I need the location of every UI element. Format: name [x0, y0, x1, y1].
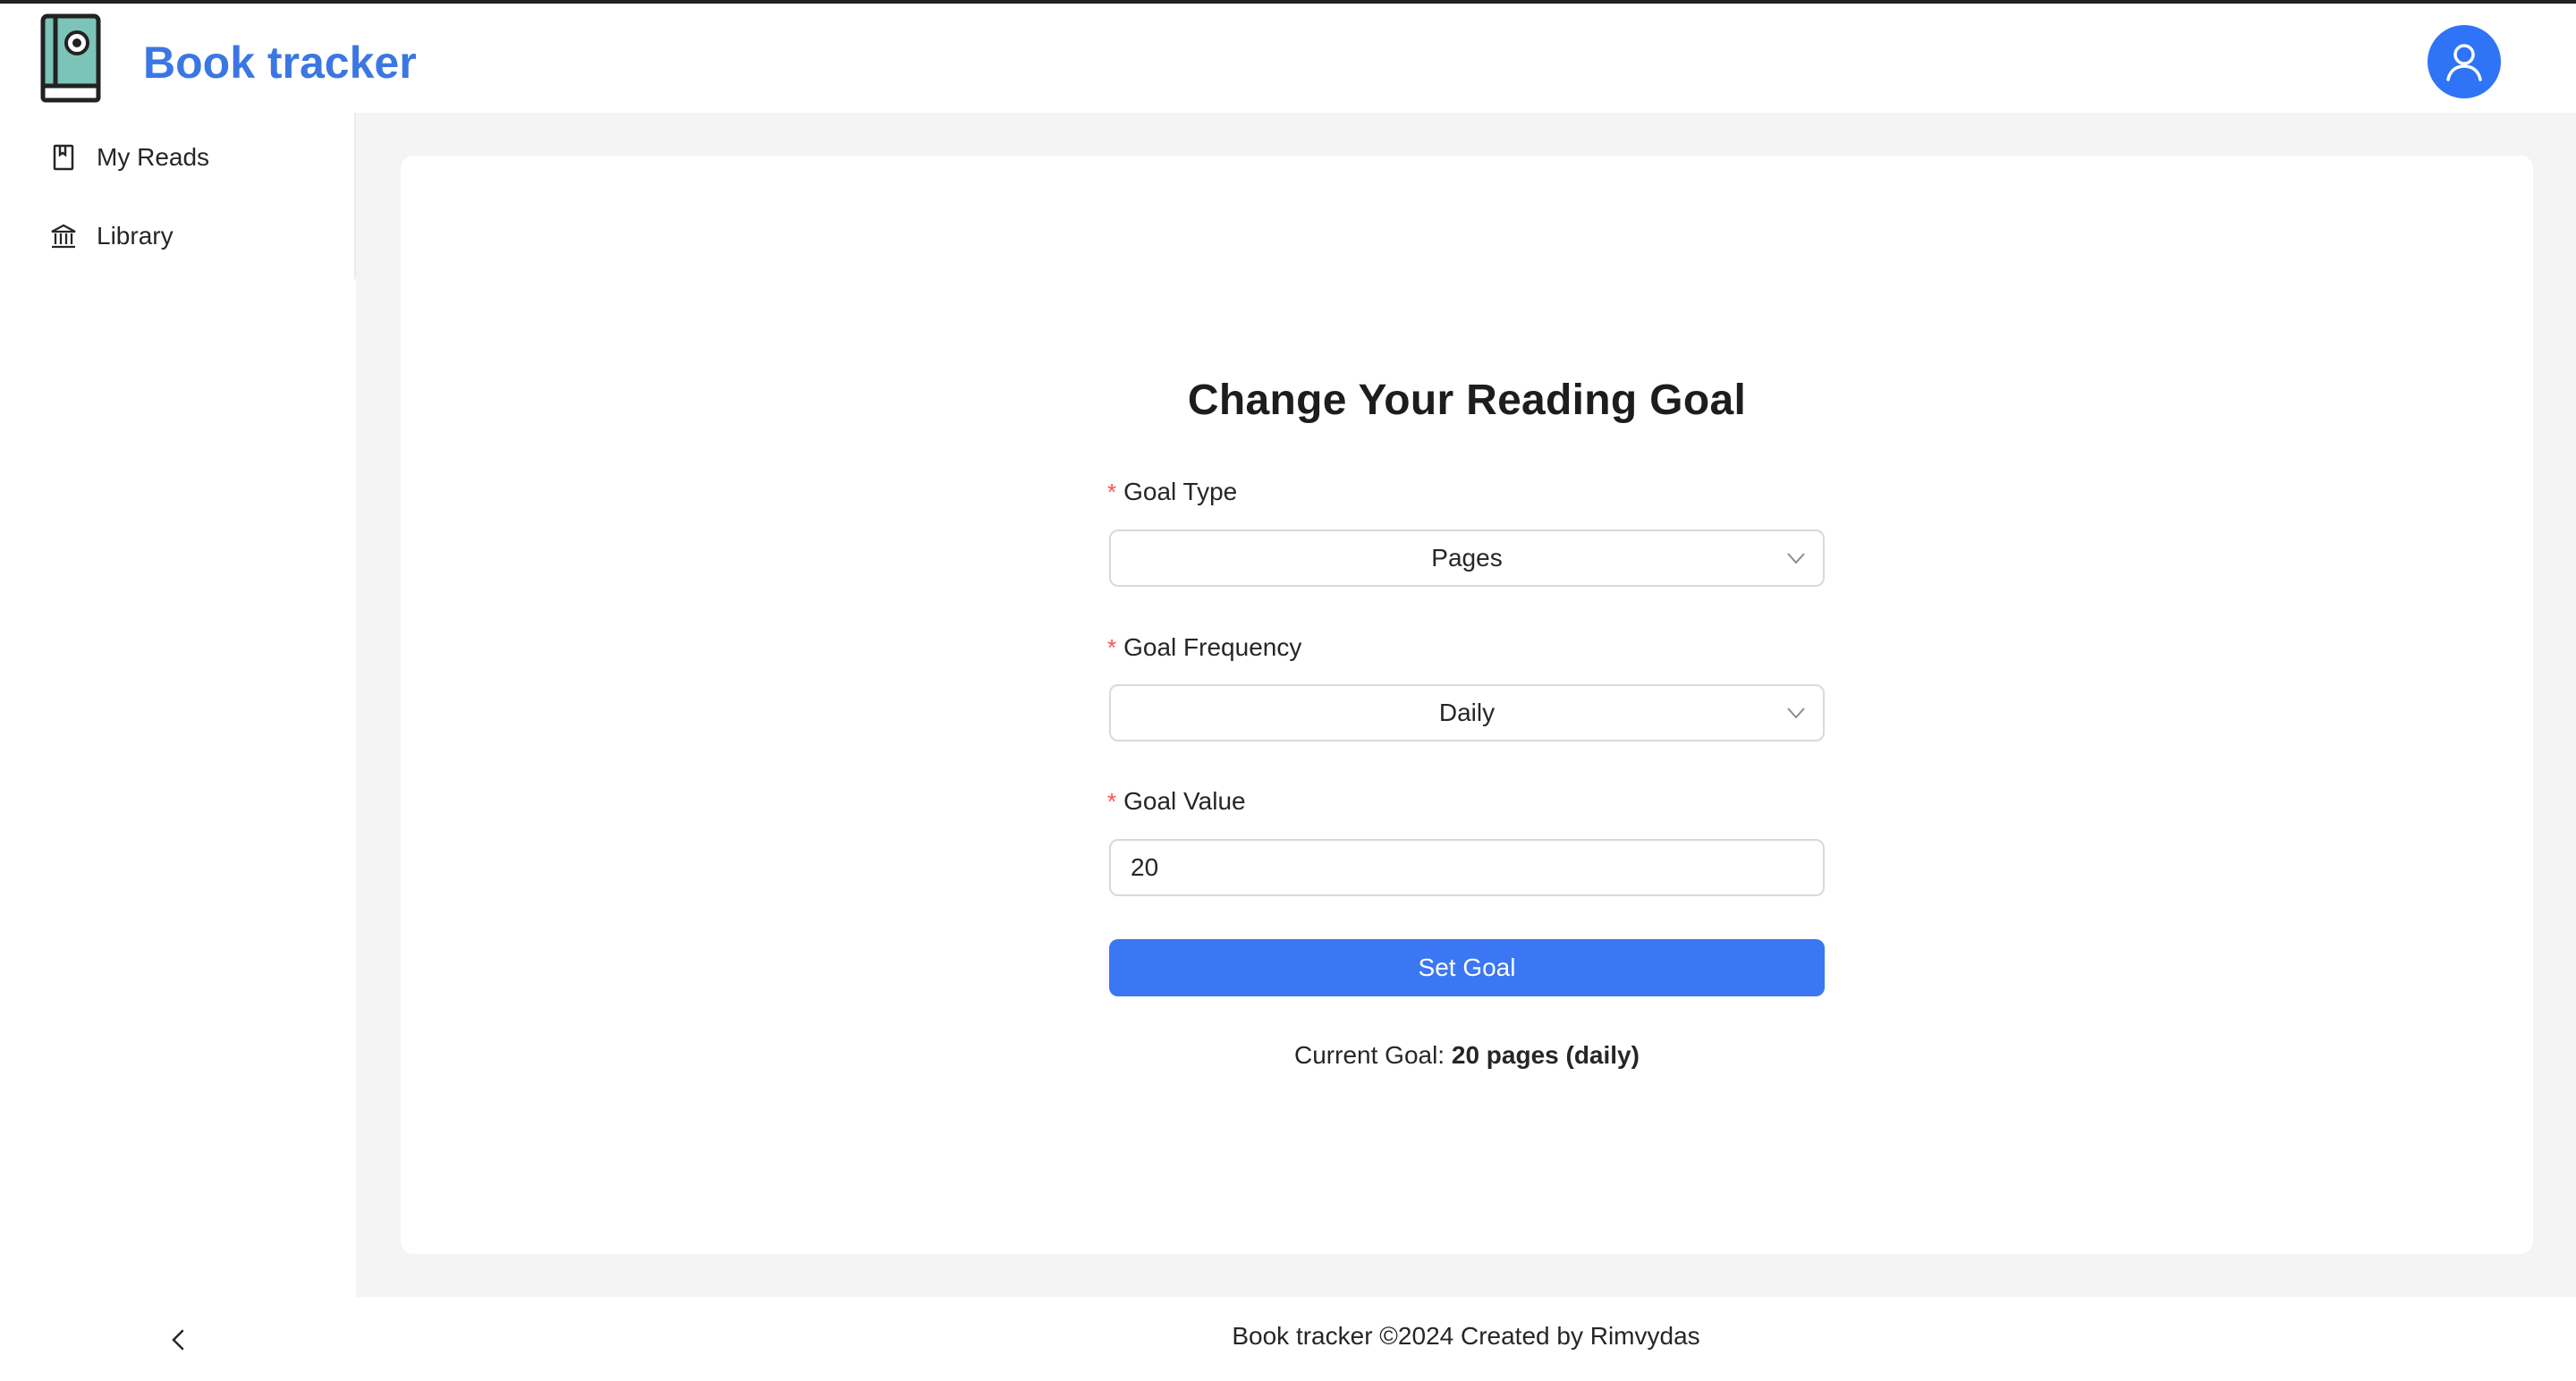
required-mark: *: [1107, 479, 1117, 505]
chevron-left-icon[interactable]: [161, 1322, 197, 1358]
goal-frequency-value: Daily: [1438, 699, 1496, 726]
current-goal-prefix: Current Goal:: [1294, 1041, 1452, 1069]
goal-value-label-text: Goal Value: [1123, 787, 1246, 815]
goal-frequency-label: * Goal Frequency: [1107, 633, 1301, 662]
bank-icon: [50, 223, 77, 250]
book-logo-icon[interactable]: [39, 13, 104, 104]
goal-frequency-select[interactable]: Daily: [1109, 684, 1825, 741]
required-mark: *: [1107, 634, 1117, 661]
chevron-down-icon: [1785, 547, 1807, 569]
user-icon[interactable]: [2428, 25, 2501, 98]
goal-type-label: * Goal Type: [1107, 478, 1237, 506]
goal-type-value: Pages: [1431, 544, 1503, 572]
sidebar: My Reads Library: [0, 113, 356, 1299]
required-mark: *: [1107, 788, 1117, 815]
sidebar-item-my-reads[interactable]: My Reads: [0, 122, 354, 193]
current-goal-value: 20 pages (daily): [1451, 1041, 1640, 1069]
set-goal-button[interactable]: Set Goal: [1109, 939, 1825, 996]
goal-value-text: 20: [1131, 853, 1159, 881]
sidebar-item-label: Library: [97, 222, 174, 250]
page-title: Change Your Reading Goal: [1187, 377, 1747, 424]
book-icon: [50, 144, 77, 171]
goal-value-input[interactable]: 20: [1109, 839, 1825, 896]
goal-value-label: * Goal Value: [1107, 787, 1246, 816]
chevron-down-icon: [1785, 702, 1807, 724]
app-header: Book tracker: [0, 4, 2576, 113]
sidebar-item-library[interactable]: Library: [0, 200, 354, 272]
goal-type-label-text: Goal Type: [1123, 478, 1238, 505]
sidebar-item-label: My Reads: [97, 143, 210, 171]
goal-type-select[interactable]: Pages: [1109, 530, 1825, 587]
current-goal: Current Goal: 20 pages (daily): [401, 1041, 2533, 1070]
footer-text: Book tracker ©2024 Created by Rimvydas: [1232, 1322, 1700, 1350]
goal-frequency-label-text: Goal Frequency: [1123, 633, 1302, 661]
brand-title[interactable]: Book tracker: [143, 32, 417, 93]
